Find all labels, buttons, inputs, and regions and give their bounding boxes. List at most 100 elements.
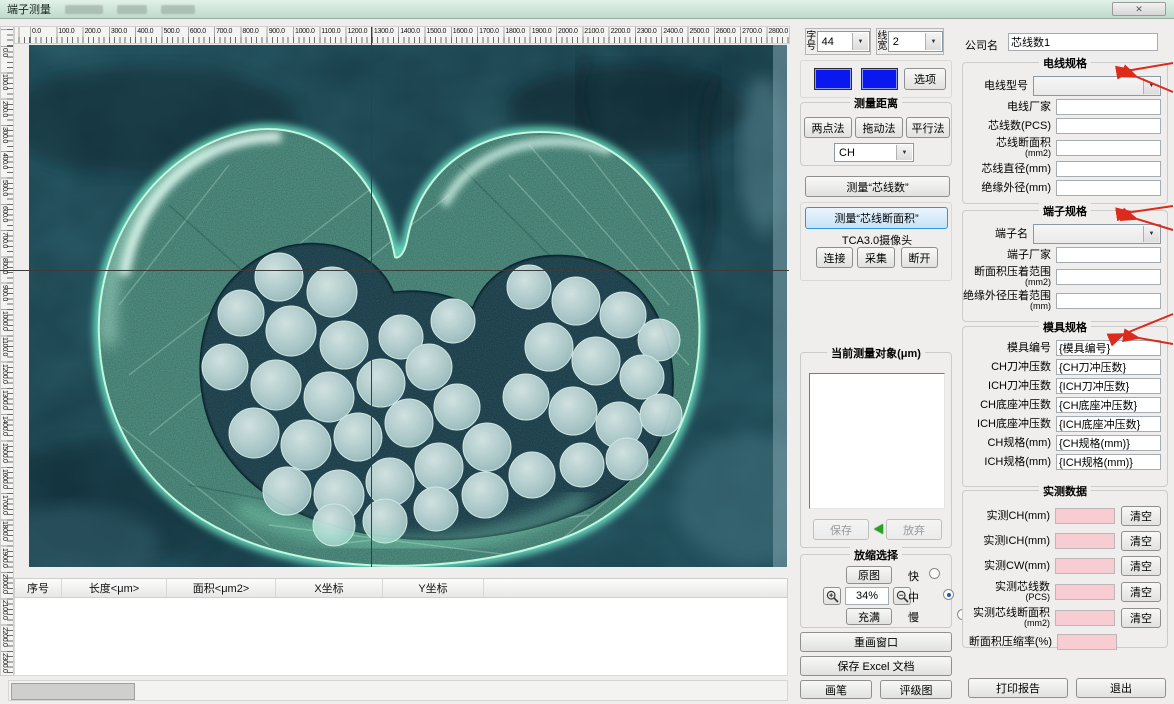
- save-button[interactable]: 保存: [813, 519, 869, 540]
- col-header-y[interactable]: Y坐标: [383, 579, 484, 597]
- ich-spec-input[interactable]: [1056, 454, 1161, 470]
- wire-insul-dia-input[interactable]: [1056, 180, 1161, 196]
- vruler-label: 900.0: [1, 284, 8, 301]
- clear-core-area-button[interactable]: 清空: [1121, 607, 1161, 628]
- two-point-method-button[interactable]: 两点法: [804, 117, 852, 138]
- col-header-length[interactable]: 长度<μm>: [62, 579, 167, 597]
- speed-fast-radio[interactable]: [929, 568, 940, 579]
- redacted-text: [161, 4, 195, 14]
- hruler-label: 2500.0: [689, 28, 710, 35]
- close-button[interactable]: ✕: [1112, 2, 1166, 16]
- hruler-label: 200.0: [84, 28, 101, 35]
- measured-ich-input[interactable]: [1055, 533, 1115, 549]
- chevron-down-icon[interactable]: ▼: [1143, 78, 1159, 94]
- ich-base-count-input[interactable]: [1056, 416, 1161, 432]
- vruler-label: 1800.0: [1, 521, 8, 542]
- clear-ich-button[interactable]: 清空: [1121, 531, 1161, 551]
- discard-button[interactable]: 放弃: [886, 519, 942, 540]
- results-table-body[interactable]: [14, 598, 788, 676]
- col-header-x[interactable]: X坐标: [276, 579, 383, 597]
- hruler-label: 2800.0: [768, 28, 789, 35]
- original-size-button[interactable]: 原图: [846, 566, 892, 584]
- ch-base-count-input[interactable]: [1056, 397, 1161, 413]
- clear-core-count-button[interactable]: 清空: [1121, 581, 1161, 602]
- col-header-area[interactable]: 面积<μm2>: [167, 579, 276, 597]
- measure-core-area-button[interactable]: 测量“芯线断面积”: [805, 207, 948, 229]
- chevron-down-icon[interactable]: ▼: [896, 145, 912, 160]
- redraw-window-button[interactable]: 重画窗口: [800, 632, 952, 652]
- chevron-down-icon[interactable]: ▼: [925, 33, 941, 50]
- save-excel-button[interactable]: 保存 Excel 文档: [800, 656, 952, 676]
- drag-method-button[interactable]: 拖动法: [855, 117, 903, 138]
- wire-core-area-label: 芯线断面积 (mm2): [996, 137, 1051, 158]
- pen-button[interactable]: 画笔: [800, 680, 872, 699]
- clear-ch-button[interactable]: 清空: [1121, 506, 1161, 526]
- line-width-select[interactable]: 2 ▼: [887, 31, 943, 52]
- mold-spec-title: 模具规格: [1039, 319, 1091, 335]
- vruler-label: 400.0: [1, 153, 8, 170]
- clear-cw-button[interactable]: 清空: [1121, 556, 1161, 576]
- font-size-cell: 字号 44 ▼: [805, 28, 871, 55]
- ch-base-count-label: CH底座冲压数: [980, 399, 1051, 411]
- ich-spec-label: ICH规格(mm): [984, 456, 1051, 468]
- line-color-swatch-1[interactable]: [814, 68, 852, 90]
- zoom-in-button[interactable]: [823, 587, 841, 605]
- terminal-maker-input[interactable]: [1056, 247, 1161, 263]
- parallel-method-button[interactable]: 平行法: [906, 117, 950, 138]
- insul-crimp-range-input[interactable]: [1056, 292, 1161, 309]
- col-header-index[interactable]: 序号: [15, 579, 62, 597]
- fill-view-button[interactable]: 充满: [846, 608, 892, 625]
- hruler-label: 1500.0: [426, 28, 447, 35]
- options-button[interactable]: 选项: [904, 68, 946, 90]
- ch-blade-count-input[interactable]: [1056, 359, 1161, 375]
- camera-panel: 测量“芯线断面积” TCA3.0摄像头 连接 采集 断开: [800, 202, 952, 281]
- exit-button[interactable]: 退出: [1076, 678, 1166, 698]
- wire-model-select[interactable]: ▼: [1033, 76, 1161, 96]
- chevron-down-icon[interactable]: ▼: [852, 33, 868, 50]
- mold-number-input[interactable]: [1056, 340, 1161, 356]
- measure-core-count-button[interactable]: 测量“芯线数”: [805, 176, 950, 197]
- hruler-label: 1000.0: [295, 28, 315, 35]
- ich-blade-count-input[interactable]: [1056, 378, 1161, 394]
- horizontal-scrollbar[interactable]: [8, 680, 788, 701]
- zoom-percent-input[interactable]: [845, 587, 889, 605]
- wire-core-area-input[interactable]: [1056, 139, 1161, 156]
- disconnect-button[interactable]: 断开: [901, 247, 938, 268]
- wire-maker-input[interactable]: [1056, 99, 1161, 115]
- font-size-select[interactable]: 44 ▼: [816, 31, 870, 52]
- print-report-button[interactable]: 打印报告: [968, 678, 1068, 698]
- hruler-label: 2000.0: [558, 28, 578, 35]
- wire-model-label: 电线型号: [984, 80, 1028, 92]
- hruler-label: 300.0: [110, 28, 127, 35]
- measured-ch-input[interactable]: [1055, 508, 1115, 524]
- company-name-input[interactable]: [1008, 33, 1158, 51]
- specimen-viewport[interactable]: [29, 45, 787, 567]
- compression-ratio-input[interactable]: [1057, 634, 1117, 650]
- measured-cw-label: 实测CW(mm): [984, 560, 1050, 572]
- terminal-name-select[interactable]: ▼: [1033, 224, 1161, 244]
- vruler-label: 0.0: [1, 48, 8, 57]
- connect-button[interactable]: 连接: [816, 247, 853, 268]
- area-crimp-range-input[interactable]: [1056, 268, 1161, 285]
- measurement-listbox[interactable]: [809, 373, 945, 509]
- measured-cw-input[interactable]: [1055, 558, 1115, 574]
- rating-chart-button[interactable]: 评级图: [880, 680, 952, 699]
- wire-core-dia-input[interactable]: [1056, 161, 1161, 177]
- scrollbar-thumb[interactable]: [11, 683, 135, 700]
- wire-core-dia-label: 芯线直径(mm): [981, 163, 1051, 175]
- compression-ratio-label: 断面积压缩率(%): [968, 636, 1052, 648]
- channel-select[interactable]: CH ▼: [834, 143, 914, 162]
- results-table-header: 序号 长度<μm> 面积<μm2> X坐标 Y坐标: [14, 578, 788, 598]
- speed-medium-radio[interactable]: [943, 589, 955, 600]
- font-size-value: 44: [821, 35, 834, 48]
- capture-button[interactable]: 采集: [857, 247, 895, 268]
- measured-core-count-input[interactable]: [1055, 583, 1115, 600]
- measured-core-area-input[interactable]: [1055, 609, 1115, 626]
- chevron-down-icon[interactable]: ▼: [1143, 226, 1159, 242]
- color-options-panel: 选项: [800, 60, 952, 98]
- ch-spec-input[interactable]: [1056, 435, 1161, 451]
- area-crimp-range-label: 断面积压着范围 (mm2): [974, 266, 1051, 287]
- line-color-swatch-2[interactable]: [861, 68, 898, 90]
- wire-core-count-input[interactable]: [1056, 118, 1161, 134]
- vruler-label: 500.0: [1, 179, 8, 196]
